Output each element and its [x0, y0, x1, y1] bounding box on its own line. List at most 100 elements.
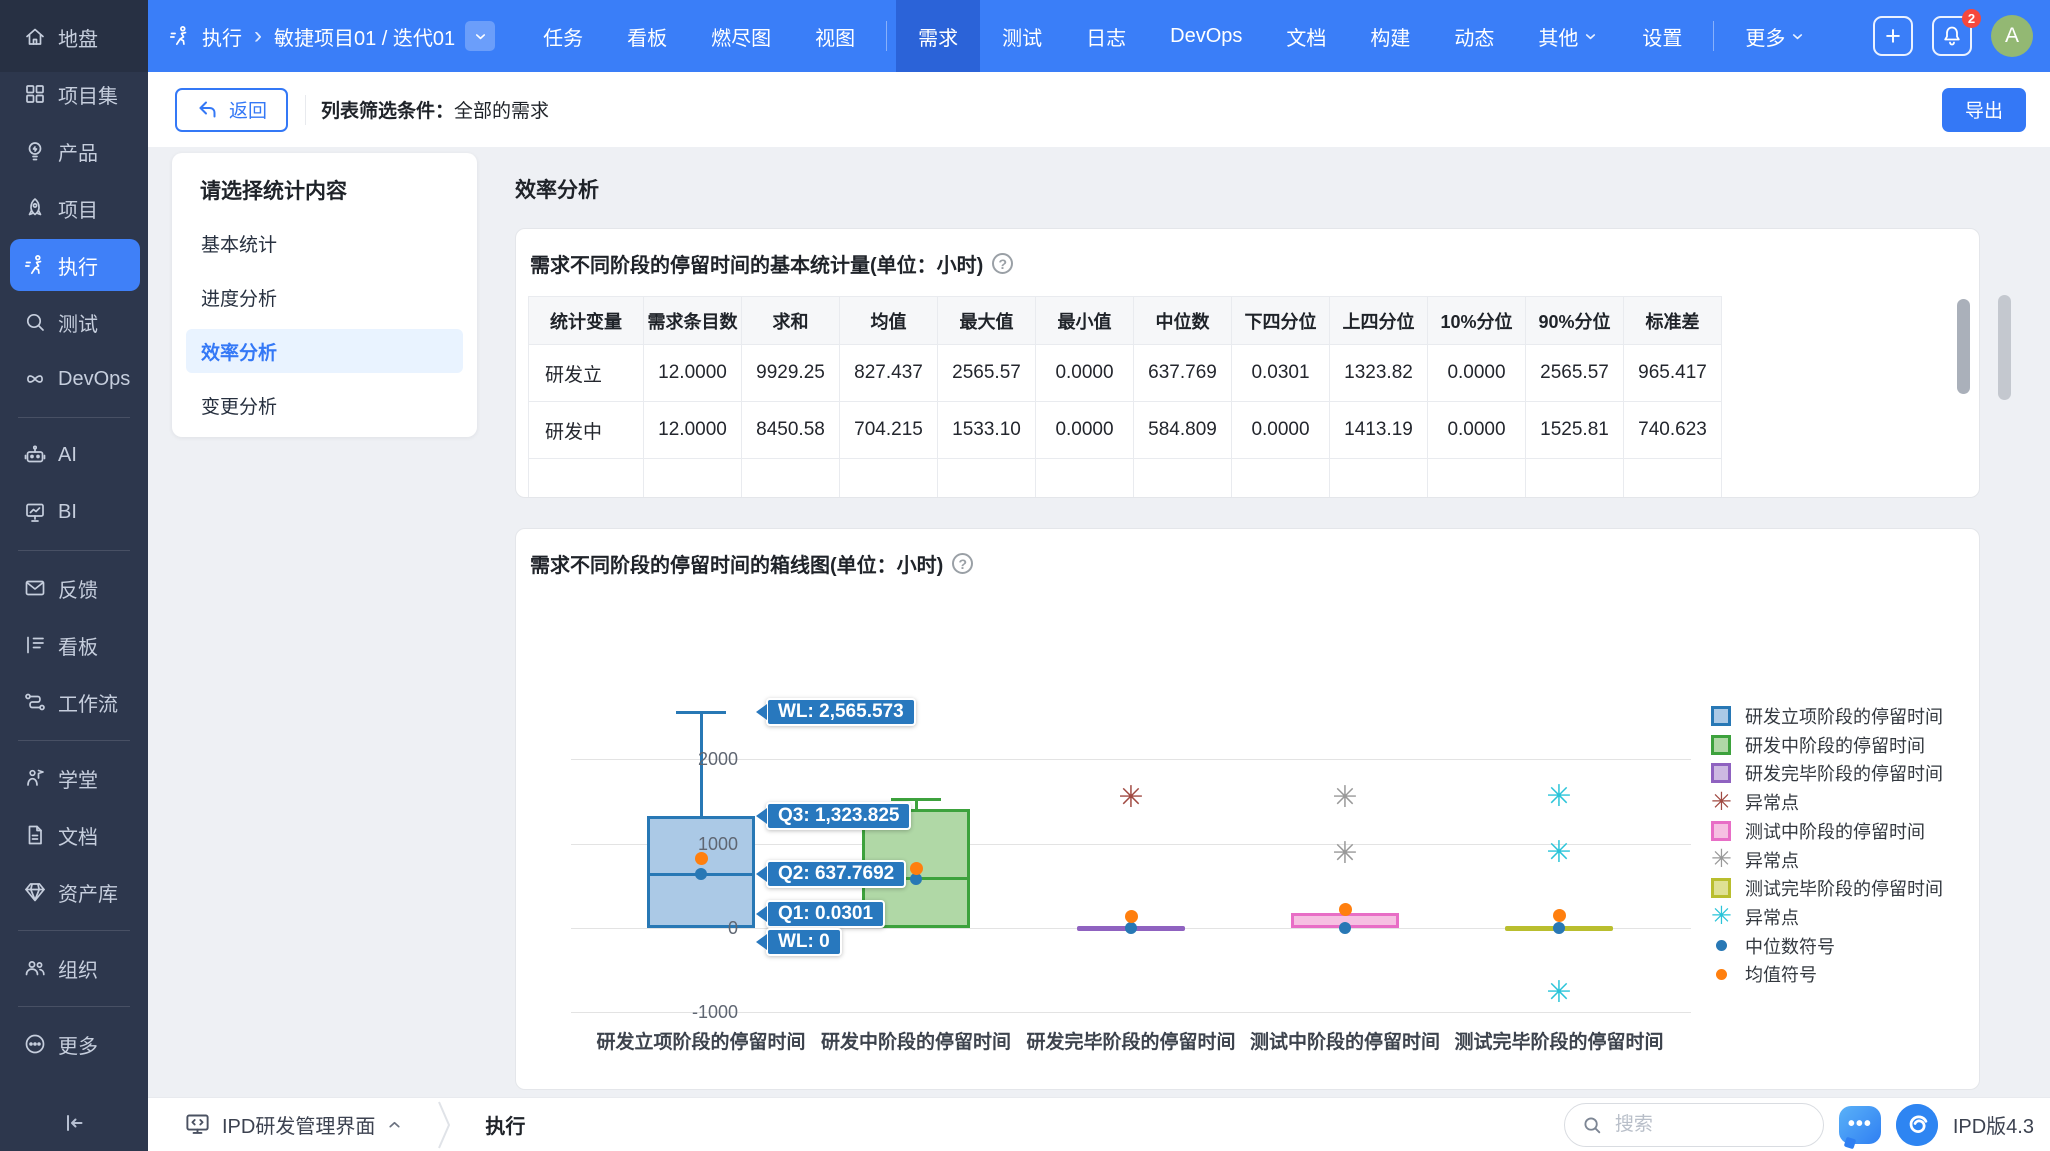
sidebar-item-产品[interactable]: 产品 — [10, 125, 140, 177]
legend-square-marker — [1711, 763, 1731, 783]
stats-option-基本统计[interactable]: 基本统计 — [186, 221, 463, 265]
caret-up-icon — [386, 1116, 403, 1133]
tab-其他[interactable]: 其他 — [1516, 0, 1620, 72]
x-axis-category-label: 研发立项阶段的停留时间 — [581, 1027, 821, 1054]
tab-视图[interactable]: 视图 — [793, 0, 877, 72]
stats-option-效率分析[interactable]: 效率分析 — [186, 329, 463, 373]
table-row: 研发立12.00009929.25827.4372565.570.0000637… — [529, 345, 1722, 402]
sidebar-item-地盘[interactable]: 地盘 — [10, 11, 140, 63]
back-arrow-icon — [196, 98, 220, 122]
avatar[interactable]: A — [1991, 15, 2033, 57]
app-switcher[interactable]: IPD研发管理界面 — [184, 1110, 403, 1139]
legend-item[interactable]: 测试中阶段的停留时间 — [1711, 817, 1925, 845]
legend-item[interactable]: 研发中阶段的停留时间 — [1711, 731, 1925, 759]
tab-动态[interactable]: 动态 — [1432, 0, 1516, 72]
sidebar-divider — [18, 930, 130, 931]
legend-dot-marker — [1716, 940, 1727, 951]
help-icon[interactable]: ? — [952, 553, 973, 574]
tab-文档[interactable]: 文档 — [1264, 0, 1348, 72]
assets-icon — [23, 880, 47, 904]
y-axis-tick-label: 2000 — [668, 747, 738, 771]
sidebar-item-学堂[interactable]: 学堂 — [10, 752, 140, 804]
legend-item[interactable]: ✳异常点 — [1711, 846, 1799, 874]
mean-dot — [1553, 909, 1566, 922]
legend-label: 异常点 — [1745, 789, 1799, 815]
tab-label: 任务 — [543, 22, 583, 51]
sidebar-item-DevOps[interactable]: DevOps — [10, 353, 140, 405]
tab-需求[interactable]: 需求 — [896, 0, 980, 72]
legend-star-marker: ✳ — [1711, 904, 1731, 929]
collapse-sidebar-button[interactable] — [52, 1106, 96, 1140]
table-cell — [938, 459, 1036, 499]
legend-item[interactable]: ✳异常点 — [1711, 903, 1799, 931]
sidebar-item-文档[interactable]: 文档 — [10, 809, 140, 861]
tab-更多[interactable]: 更多 — [1723, 0, 1827, 72]
table-title: 需求不同阶段的停留时间的基本统计量(单位：小时) — [530, 249, 983, 278]
table-cell — [529, 459, 644, 499]
sidebar-item-label: 地盘 — [58, 23, 98, 52]
tab-DevOps[interactable]: DevOps — [1148, 0, 1264, 72]
column-header: 均值 — [840, 297, 938, 345]
sidebar-item-资产库[interactable]: 资产库 — [10, 866, 140, 918]
tab-测试[interactable]: 测试 — [980, 0, 1064, 72]
sidebar-item-AI[interactable]: AI — [10, 429, 140, 481]
notification-badge: 2 — [1962, 9, 1981, 28]
chart-title: 需求不同阶段的停留时间的箱线图(单位：小时) — [530, 549, 943, 578]
chat-assistant-button[interactable]: ••• — [1839, 1106, 1881, 1144]
legend-item[interactable]: 测试完毕阶段的停留时间 — [1711, 874, 1943, 902]
tab-构建[interactable]: 构建 — [1348, 0, 1432, 72]
sidebar-item-组织[interactable]: 组织 — [10, 942, 140, 994]
sidebar-item-BI[interactable]: BI — [10, 486, 140, 538]
x-axis-category-label: 研发完毕阶段的停留时间 — [1011, 1027, 1251, 1054]
legend-item[interactable]: 研发立项阶段的停留时间 — [1711, 702, 1943, 730]
tab-任务[interactable]: 任务 — [521, 0, 605, 72]
sidebar-item-测试[interactable]: 测试 — [10, 296, 140, 348]
tab-label: DevOps — [1170, 25, 1242, 48]
tab-设置[interactable]: 设置 — [1620, 0, 1704, 72]
whisker-cap — [891, 798, 941, 801]
legend-item[interactable]: 均值符号 — [1711, 960, 1817, 988]
app-window: 执行 › 敏捷项目01 / 迭代01 任务看板燃尽图视图需求测试日志DevOps… — [0, 0, 2050, 1151]
stats-option-变更分析[interactable]: 变更分析 — [186, 383, 463, 427]
sidebar-item-项目集[interactable]: 项目集 — [10, 68, 140, 120]
table-cell: 12.0000 — [644, 402, 742, 459]
boxplot-card: 需求不同阶段的停留时间的箱线图(单位：小时) ? 200010000-1000研… — [515, 528, 1980, 1090]
sidebar-item-执行[interactable]: 执行 — [10, 239, 140, 291]
sidebar-item-反馈[interactable]: 反馈 — [10, 562, 140, 614]
sidebar-item-label: 项目 — [58, 194, 98, 223]
sidebar-item-看板[interactable]: 看板 — [10, 619, 140, 671]
value-flag: WL: 0 — [766, 928, 842, 956]
breadcrumb-section[interactable]: 执行 — [202, 22, 242, 51]
sidebar-item-label: 学堂 — [58, 764, 98, 793]
legend-label: 均值符号 — [1745, 961, 1817, 987]
sidebar-item-项目[interactable]: 项目 — [10, 182, 140, 234]
help-icon[interactable]: ? — [992, 253, 1013, 274]
table-cell: 9929.25 — [742, 345, 840, 402]
breadcrumb-project[interactable]: 敏捷项目01 / 迭代01 — [274, 22, 455, 51]
median-dot — [1553, 922, 1565, 934]
legend-label: 测试中阶段的停留时间 — [1745, 818, 1925, 844]
tab-看板[interactable]: 看板 — [605, 0, 689, 72]
iteration-dropdown[interactable] — [465, 21, 495, 51]
sidebar-item-工作流[interactable]: 工作流 — [10, 676, 140, 728]
add-button[interactable]: + — [1873, 16, 1913, 56]
legend-item[interactable]: ✳异常点 — [1711, 788, 1799, 816]
back-button[interactable]: 返回 — [175, 88, 288, 132]
legend-item[interactable]: 中位数符号 — [1711, 932, 1835, 960]
column-header: 最小值 — [1036, 297, 1134, 345]
page-scrollbar[interactable] — [1998, 295, 2011, 400]
stats-option-进度分析[interactable]: 进度分析 — [186, 275, 463, 319]
search-input[interactable] — [1613, 1113, 1793, 1137]
outlier-point: ✳ — [1546, 838, 1571, 868]
tab-燃尽图[interactable]: 燃尽图 — [689, 0, 793, 72]
filter-label: 列表筛选条件： — [321, 96, 454, 123]
stats-option-label: 效率分析 — [201, 338, 277, 365]
export-button[interactable]: 导出 — [1942, 88, 2026, 132]
table-scrollbar[interactable] — [1957, 299, 1970, 394]
legend-label: 研发中阶段的停留时间 — [1745, 732, 1925, 758]
legend-item[interactable]: 研发完毕阶段的停留时间 — [1711, 759, 1943, 787]
column-header: 中位数 — [1134, 297, 1232, 345]
notifications-button[interactable]: 2 — [1932, 16, 1972, 56]
tab-日志[interactable]: 日志 — [1064, 0, 1148, 72]
sidebar-item-更多[interactable]: 更多 — [10, 1018, 140, 1070]
